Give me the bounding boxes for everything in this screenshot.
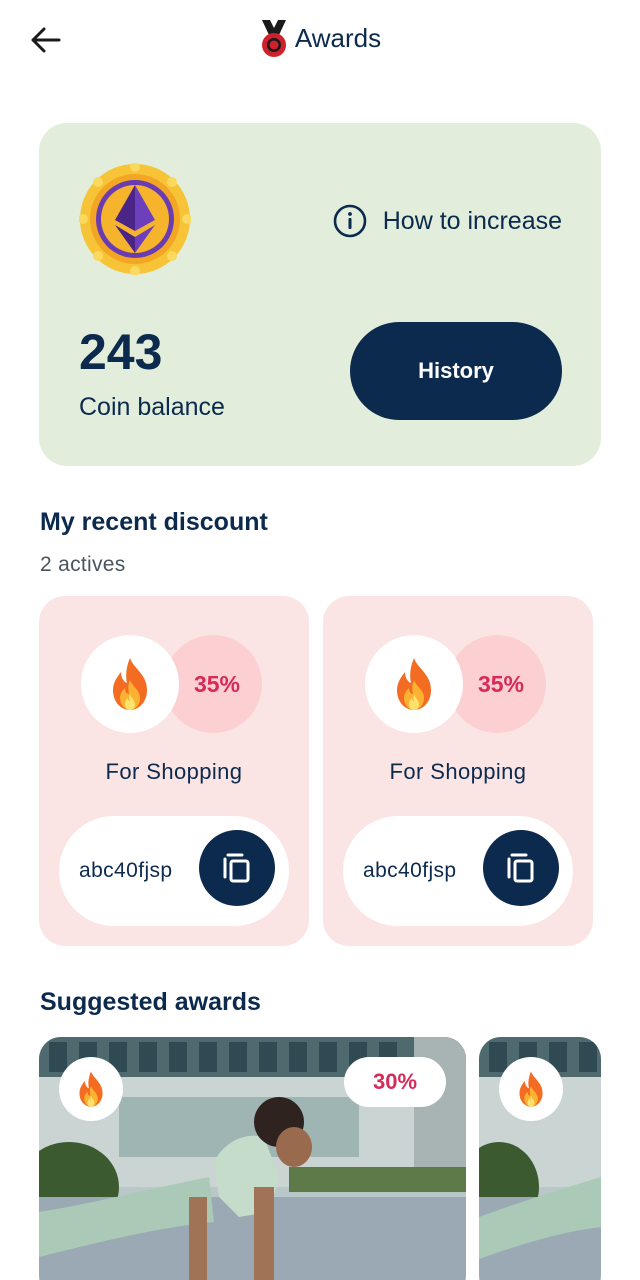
discount-card[interactable]: 35% For Shopping abc40fjsp [323,596,593,946]
suggested-awards-title: Suggested awards [40,988,261,1016]
suggested-award-card[interactable]: 30% [39,1037,466,1280]
copy-code-button[interactable] [483,830,559,906]
recent-discount-subtitle: 2 actives [40,553,126,576]
page-title: Awards [294,22,382,53]
discount-label: For Shopping [389,759,527,784]
history-button[interactable]: History [350,322,562,420]
fire-icon [113,658,147,710]
fire-icon [519,1071,543,1107]
top-bar: Awards [0,0,640,80]
copy-code-button[interactable] [199,830,275,906]
discount-card[interactable]: 35% For Shopping abc40fjsp [39,596,309,946]
suggested-award-card[interactable] [479,1037,601,1280]
discount-label: For Shopping [105,759,243,784]
discount-percent: 35% [193,670,240,697]
fire-badge [499,1057,563,1121]
page-title-group: Awards [0,16,640,60]
coin-balance-value: 243 [79,324,163,380]
medal-icon [261,20,286,57]
coin-balance-label: Coin balance [79,393,225,421]
fire-icon [397,658,431,710]
recent-discount-title: My recent discount [40,508,268,536]
copy-icon [507,853,534,883]
discount-percent: 35% [477,670,524,697]
discount-code-pill: abc40fjsp [59,816,289,926]
fire-badge [81,635,179,733]
copy-icon [223,853,250,883]
discount-code: abc40fjsp [363,859,457,882]
fire-badge [365,635,463,733]
info-icon [333,204,367,238]
award-percent-badge: 30% [344,1057,446,1107]
coin-balance-card: How to increase 243 Coin balance History [39,123,601,466]
discount-code-pill: abc40fjsp [343,816,573,926]
how-to-increase-label: How to increase [382,206,562,235]
how-to-increase-link[interactable]: How to increase [333,201,562,241]
ethereum-coin-icon [79,163,191,275]
fire-badge [59,1057,123,1121]
discount-code: abc40fjsp [79,859,173,882]
fire-icon [79,1071,103,1107]
